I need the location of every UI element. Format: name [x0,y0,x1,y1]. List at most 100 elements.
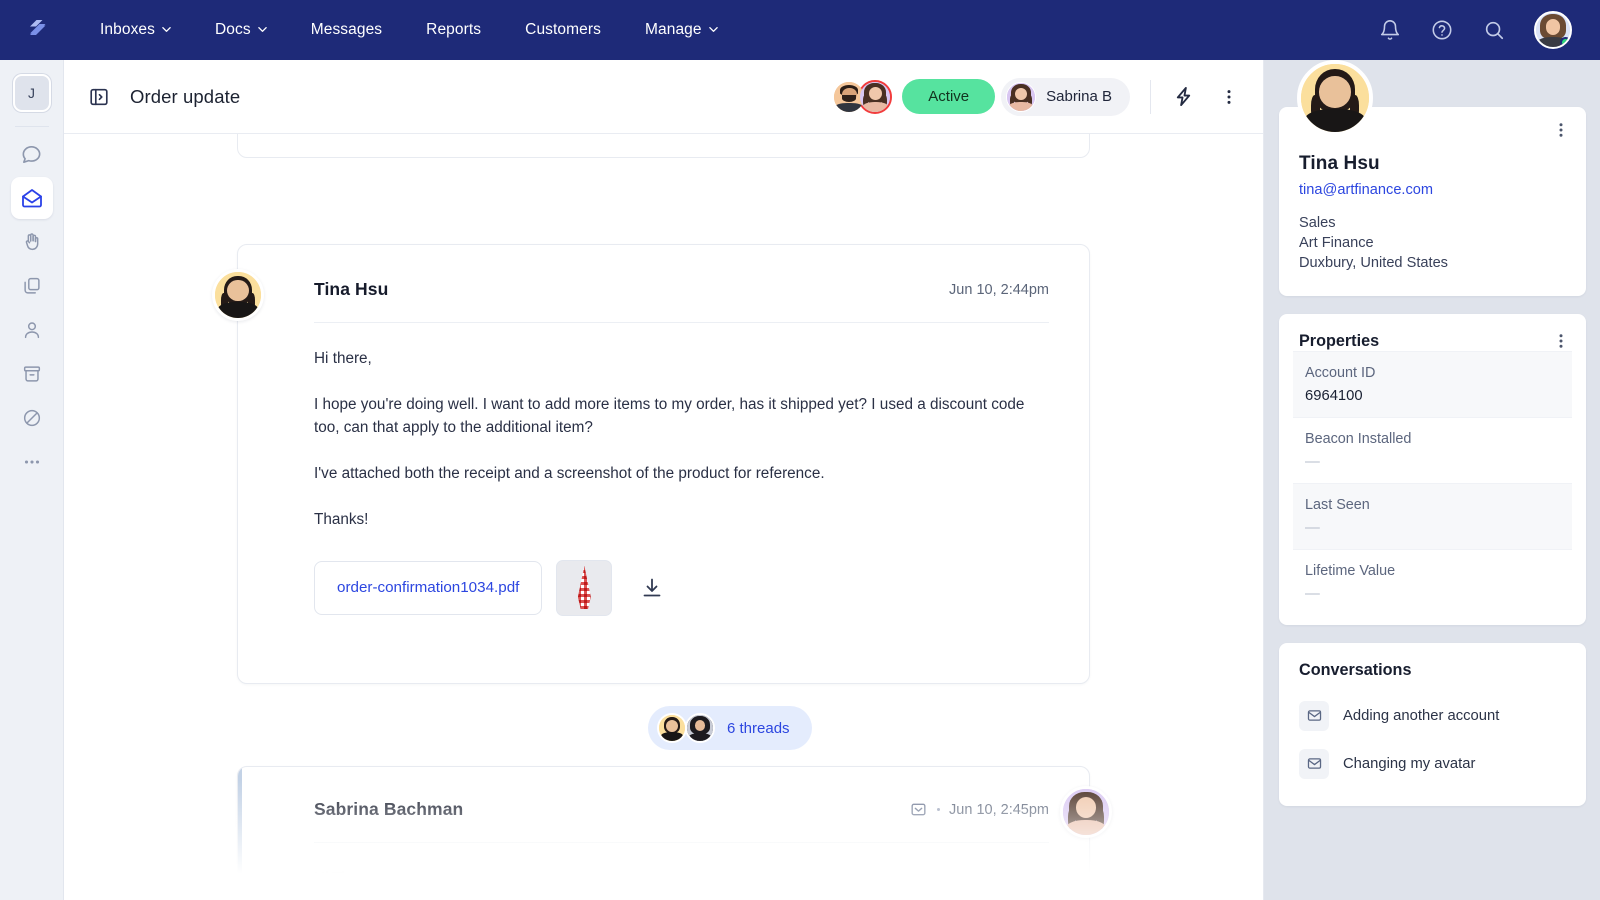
threads-count-label: 6 threads [727,719,790,737]
participant-avatar-active[interactable] [858,79,893,114]
nav-item-label: Messages [310,21,383,38]
nav-right-actions [1378,11,1578,49]
assignee-name: Sabrina B [1046,88,1112,105]
message-card: Tina Hsu Jun 10, 2:44pm Hi there, I hope… [237,244,1090,684]
thread-participant-avatar [657,713,687,743]
attachment-list: order-confirmation1034.pdf [238,554,1089,616]
contact-name: Tina Hsu [1299,153,1380,174]
rail-user-avatar[interactable]: J [12,74,51,112]
nav-item-manage[interactable]: Manage [623,13,740,47]
nav-item-label: Manage [645,21,702,38]
helpscout-logo[interactable] [22,13,56,47]
conversation-list-item[interactable]: Changing my avatar [1279,740,1586,788]
panel-expand-icon[interactable] [88,86,110,108]
envelope-check-icon [909,800,928,819]
message-paragraph: I've attached both the receipt and a scr… [314,465,825,483]
threads-divider[interactable]: 6 threads [648,706,812,750]
property-row[interactable]: Last Seen — [1293,482,1572,549]
properties-card: Properties Account ID 6964100 Beacon Ins… [1279,313,1586,625]
message-timestamp: Jun 10, 2:44pm [949,281,1049,298]
message-paragraph: Thanks! [314,510,369,528]
rail-item-chat[interactable] [11,133,53,175]
conversation-body: Tina Hsu Jun 10, 2:44pm Hi there, I hope… [64,116,1263,900]
nav-item-label: Inboxes [100,21,155,38]
nav-item-messages[interactable]: Messages [289,13,404,47]
rail-item-more[interactable] [11,441,53,483]
message-author-name: Tina Hsu [314,279,389,299]
property-row[interactable]: Account ID 6964100 [1293,350,1572,417]
kebab-menu-icon[interactable] [1217,85,1241,109]
conversations-title: Conversations [1299,660,1412,679]
nav-item-inboxes[interactable]: Inboxes [78,13,193,47]
properties-title: Properties [1299,331,1380,350]
person-icon [21,319,43,341]
conversation-header: Order update Active Sabrina B [64,60,1263,134]
message-body: Hi Tina, Thank you for reaching out to u… [238,843,1089,900]
top-navigation-bar: Inboxes Docs Messages Reports Customers [0,0,1600,60]
rail-user-initial: J [28,85,35,101]
bell-icon[interactable] [1378,18,1402,42]
message-author-name: Sabrina Bachman [314,799,464,819]
rail-item-drafts[interactable] [11,265,53,307]
envelope-icon [1299,700,1329,731]
header-divider [1150,79,1151,114]
contact-email[interactable]: tina@artfinance.com [1299,182,1566,198]
conversation-item-label: Changing my avatar [1343,755,1476,772]
message-author-avatar[interactable] [212,269,264,321]
chevron-down-icon [708,25,718,34]
property-row[interactable]: Lifetime Value — [1293,548,1572,615]
message-author-avatar[interactable] [1060,786,1112,838]
rail-item-mine[interactable] [11,309,53,351]
rail-item-inbox[interactable] [10,177,53,219]
left-sidebar-rail: J [0,60,64,900]
rail-item-assigned[interactable] [11,221,53,263]
nav-item-reports[interactable]: Reports [404,13,503,47]
message-paragraph: Hi there, [314,350,372,367]
rail-item-closed[interactable] [11,353,53,395]
app-root: Inboxes Docs Messages Reports Customers [0,0,1600,900]
chevron-down-icon [257,25,267,34]
contact-avatar[interactable] [1297,60,1373,136]
meta-separator-dot [937,808,941,811]
property-value: — [1305,585,1320,602]
nav-item-docs[interactable]: Docs [193,13,289,47]
thumbnail-image [577,565,591,610]
property-value: — [1305,519,1320,536]
message-header: Tina Hsu Jun 10, 2:44pm [238,245,1089,300]
conversation-list-item[interactable]: Adding another account [1279,692,1586,740]
thread-participant-avatar [685,713,715,743]
conversation-header-actions: Active Sabrina B [832,77,1241,116]
rail-divider [14,126,49,127]
message-header: Sabrina Bachman Jun 10, 2:45pm [238,767,1089,820]
archive-box-icon [21,363,43,385]
property-value: 6964100 [1305,387,1363,404]
assignee-selector[interactable]: Sabrina B [1001,77,1130,116]
property-value: — [1305,453,1320,470]
property-label: Beacon Installed [1305,430,1412,447]
assignee-avatar [1006,81,1037,112]
chat-bubble-icon [20,143,43,166]
search-icon[interactable] [1482,18,1506,42]
property-row[interactable]: Beacon Installed — [1293,416,1572,483]
rail-item-spam[interactable] [11,397,53,439]
contact-menu-kebab-icon[interactable] [1552,121,1570,139]
blocked-icon [21,407,43,429]
contact-role: Sales [1299,215,1336,231]
contact-details: Sales Art Finance Duxbury, United States [1299,214,1566,274]
help-circle-icon[interactable] [1430,18,1454,42]
attachment-file[interactable]: order-confirmation1034.pdf [314,560,543,615]
nav-item-customers[interactable]: Customers [503,13,623,47]
conversation-item-label: Adding another account [1343,707,1500,724]
raised-hand-icon [21,231,43,253]
properties-menu-kebab-icon[interactable] [1552,332,1570,350]
nav-item-label: Customers [525,21,601,38]
online-status-dot [1560,37,1570,47]
attachment-image-thumbnail[interactable] [556,559,613,616]
lightning-bolt-icon[interactable] [1171,85,1195,109]
message-paragraph: I hope you're doing well. I want to add … [314,395,1025,437]
current-user-avatar[interactable] [1534,11,1572,49]
nav-item-label: Docs [215,21,251,38]
status-badge[interactable]: Active [902,79,996,114]
property-label: Account ID [1305,364,1376,381]
download-icon[interactable] [640,576,664,600]
